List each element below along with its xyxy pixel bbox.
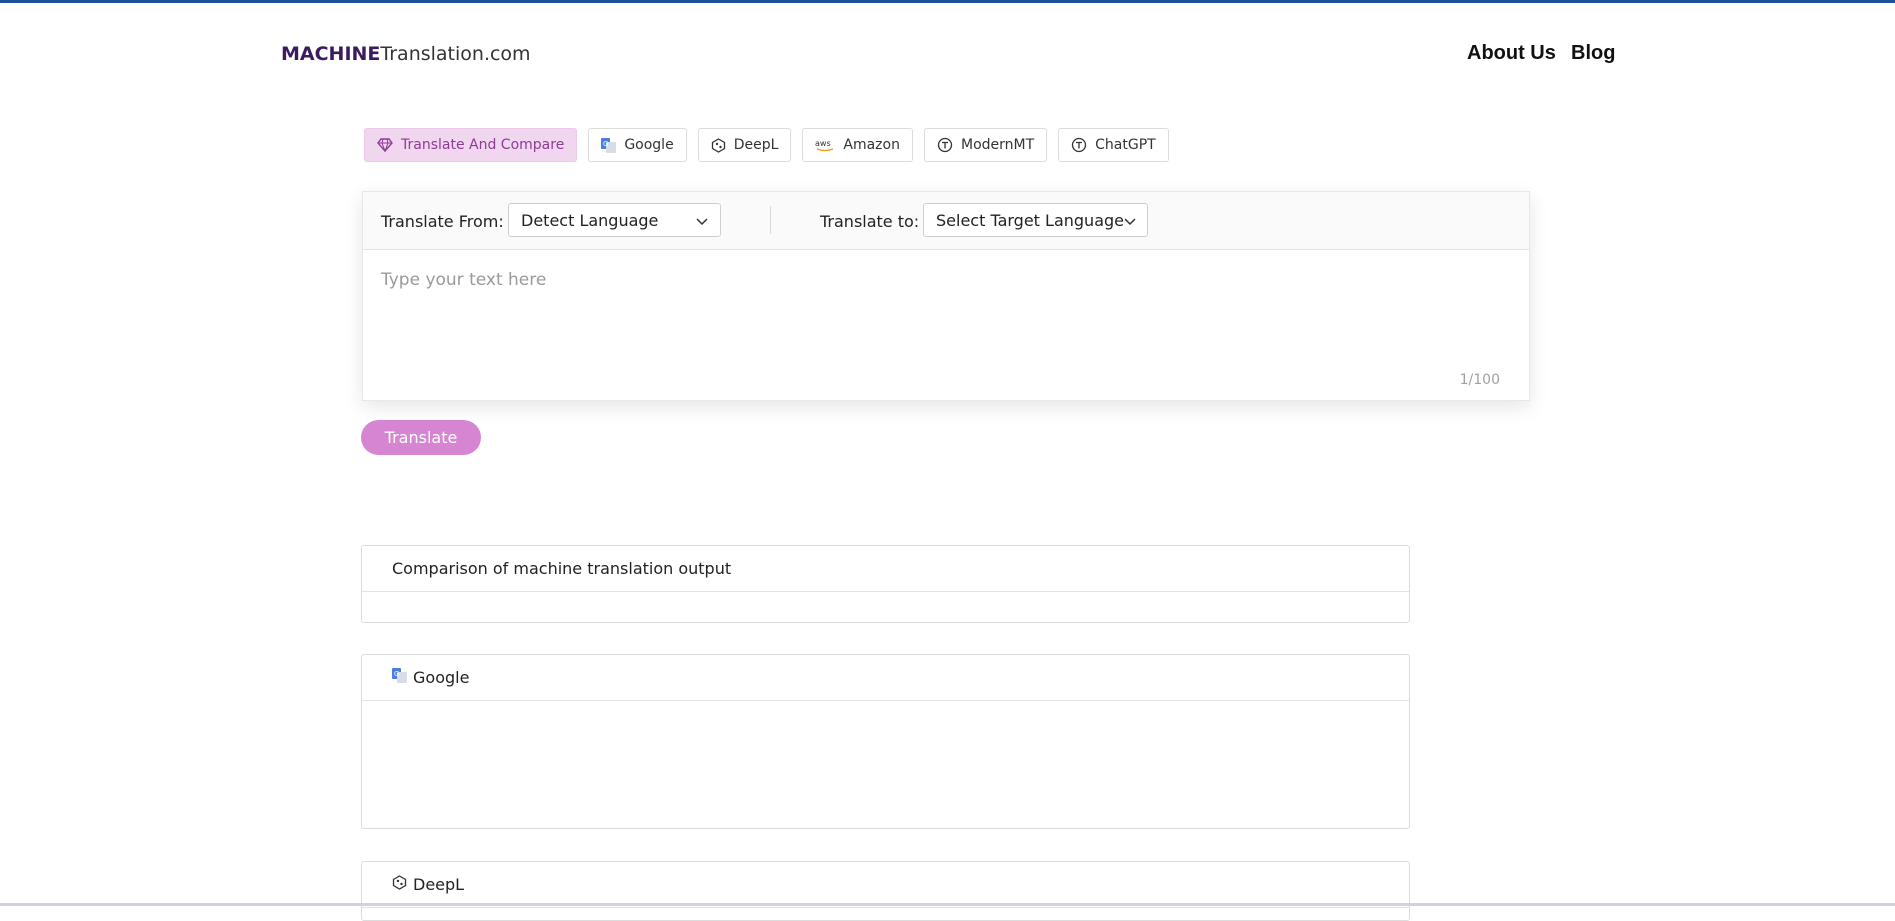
top-accent-line xyxy=(0,0,1895,3)
engine-tabs: Translate And Compare G Google DeepL aws… xyxy=(364,128,1169,162)
gem-icon xyxy=(377,137,393,153)
tab-google[interactable]: G Google xyxy=(588,128,687,162)
google-panel-title: Google xyxy=(413,668,470,687)
comparison-panel-header: Comparison of machine translation output xyxy=(362,546,1409,592)
tab-label: Amazon xyxy=(843,137,900,153)
language-divider xyxy=(770,206,771,234)
tab-chatgpt[interactable]: ChatGPT xyxy=(1058,128,1169,162)
deepl-output-panel: DeepL xyxy=(361,861,1410,921)
translate-button[interactable]: Translate xyxy=(361,420,481,455)
tab-label: ChatGPT xyxy=(1095,137,1156,153)
logo-light-text: Translation.com xyxy=(380,43,531,65)
tab-label: DeepL xyxy=(733,137,779,153)
translate-from-label: Translate From: xyxy=(381,212,504,231)
modernmt-icon xyxy=(937,137,953,153)
tab-amazon[interactable]: aws Amazon xyxy=(802,128,913,162)
tab-label: ModernMT xyxy=(960,137,1035,153)
translator-card: Translate From: Detect Language Translat… xyxy=(362,191,1530,401)
comparison-panel: Comparison of machine translation output xyxy=(361,545,1410,623)
target-language-value: Select Target Language xyxy=(936,210,1124,230)
svg-text:G: G xyxy=(603,140,608,148)
tab-modernmt[interactable]: ModernMT xyxy=(923,128,1048,162)
deepl-panel-title: DeepL xyxy=(413,875,465,894)
source-language-select[interactable]: Detect Language xyxy=(508,203,721,237)
language-bar: Translate From: Detect Language Translat… xyxy=(363,192,1529,250)
tab-translate-and-compare[interactable]: Translate And Compare xyxy=(364,128,578,162)
site-logo[interactable]: MACHINETranslation.com xyxy=(281,43,531,65)
deepl-panel-header: DeepL xyxy=(362,862,1409,908)
character-counter: 1/100 xyxy=(1459,372,1500,388)
source-language-value: Detect Language xyxy=(521,210,659,230)
nav-blog[interactable]: Blog xyxy=(1571,42,1615,65)
target-language-select[interactable]: Select Target Language xyxy=(923,203,1148,237)
tab-label: Translate And Compare xyxy=(401,137,565,153)
nav-about-us[interactable]: About Us xyxy=(1467,42,1556,65)
aws-icon: aws xyxy=(815,138,835,152)
deepl-icon xyxy=(711,137,726,153)
translate-to-label: Translate to: xyxy=(820,212,920,231)
chevron-down-icon xyxy=(696,211,708,230)
google-translate-icon: G xyxy=(601,137,617,153)
google-translate-icon: G xyxy=(392,668,407,687)
chatgpt-icon xyxy=(1071,137,1087,153)
svg-text:G: G xyxy=(394,670,399,678)
comparison-panel-title: Comparison of machine translation output xyxy=(392,559,732,578)
source-text-input[interactable] xyxy=(363,250,1529,400)
chevron-down-icon xyxy=(1124,211,1136,230)
tab-deepl[interactable]: DeepL xyxy=(697,128,792,162)
google-panel-header: G Google xyxy=(362,655,1409,701)
tab-label: Google xyxy=(624,137,674,153)
logo-bold-text: MACHINE xyxy=(281,43,381,65)
google-output-panel: G Google xyxy=(361,654,1410,829)
svg-text:aws: aws xyxy=(815,139,831,148)
deepl-icon xyxy=(392,875,407,894)
